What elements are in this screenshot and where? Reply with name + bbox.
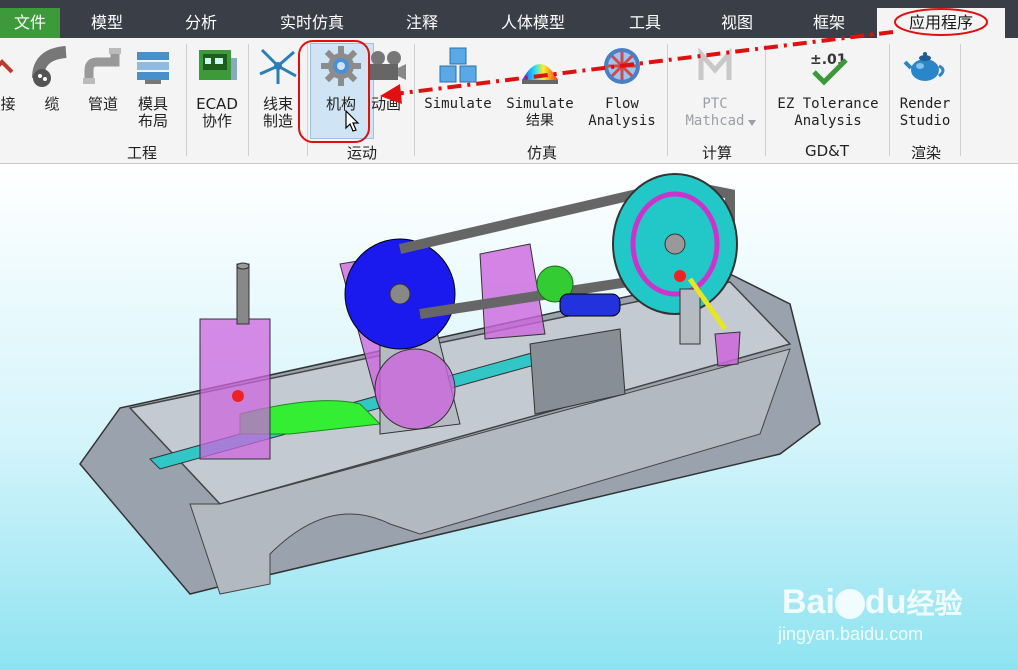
simulate-label: Simulate	[424, 96, 492, 112]
chevron-down-icon	[748, 120, 756, 126]
tab-annotation[interactable]: 注释	[390, 8, 454, 38]
teapot-icon	[903, 52, 945, 81]
ribbon-separator	[414, 44, 415, 156]
ptc-mathcad-label: PTC Mathcad	[685, 96, 745, 129]
gear-icon	[321, 46, 361, 86]
group-label-gdt: GD&T	[804, 142, 850, 160]
mold-layout-button[interactable]: 模具 布局	[130, 38, 176, 138]
watermark-brand-suffix: du	[864, 583, 907, 621]
watermark-cn: 经验	[906, 587, 963, 620]
ribbon-tab-bar: 文件 模型 分析 实时仿真 注释 人体模型 工具 视图 框架 应用程序	[0, 8, 1018, 38]
tab-file[interactable]: 文件	[0, 8, 60, 38]
ribbon-separator	[765, 44, 766, 156]
watermark-logo: Bai du经验	[782, 582, 962, 622]
ez-tolerance-analysis-label: EZ Tolerance Analysis	[777, 96, 879, 129]
render-studio-label: Render Studio	[899, 96, 951, 129]
ribbon-separator	[248, 44, 249, 156]
piping-label: 管道	[87, 95, 118, 113]
tab-applications-label: 应用程序	[908, 13, 973, 32]
ptc-mathcad-button[interactable]: PTC Mathcad	[670, 38, 760, 138]
tab-analysis[interactable]: 分析	[169, 8, 233, 38]
group-label-motion: 运动	[346, 144, 377, 162]
tab-applications[interactable]: 应用程序	[877, 8, 1005, 38]
cable-button[interactable]: 缆	[30, 38, 74, 138]
group-label-engineering: 工程	[126, 144, 157, 162]
tolerance-icon: ±.01	[810, 52, 848, 86]
mold-layout-label: 模具 布局	[137, 95, 168, 130]
mold-layout-icon	[137, 52, 169, 84]
window-top-strip	[0, 0, 1018, 8]
ribbon-separator	[960, 44, 961, 156]
flow-analysis-label: Flow Analysis	[588, 96, 656, 129]
cubes-icon	[439, 47, 477, 83]
piping-button[interactable]: 管道	[80, 38, 126, 138]
group-label-simulation: 仿真	[526, 144, 557, 162]
harness-icon	[259, 48, 297, 84]
animation-label: 动画	[370, 95, 401, 113]
group-label-compute: 计算	[701, 144, 732, 162]
ribbon-separator	[186, 44, 187, 156]
ez-tolerance-analysis-button[interactable]: ±.01 EZ Tolerance Analysis	[768, 38, 888, 138]
animation-button[interactable]: 动画	[364, 38, 408, 138]
model-viewport[interactable]: Bai du经验 jingyan.baidu.com	[0, 164, 1018, 670]
render-studio-button[interactable]: Render Studio	[892, 38, 958, 138]
tab-realtime-simulation[interactable]: 实时仿真	[262, 8, 362, 38]
flow-analysis-button[interactable]: Flow Analysis	[582, 38, 662, 138]
camera-icon	[370, 51, 406, 80]
paw-icon	[834, 589, 865, 620]
connect-label: 接	[0, 95, 16, 113]
tab-human-model[interactable]: 人体模型	[483, 8, 583, 38]
connect-icon	[0, 59, 14, 74]
watermark-brand: Bai	[782, 583, 835, 621]
cable-icon	[32, 46, 67, 87]
ribbon-separator	[667, 44, 668, 156]
cable-label: 缆	[44, 95, 60, 113]
ribbon-panel: 接 缆 管道 模具 布局 ECAD 协作 线束 制造 工程 机构 动画 运动 S…	[0, 38, 1018, 164]
tab-tools[interactable]: 工具	[613, 8, 677, 38]
simulate-button[interactable]: Simulate	[418, 38, 498, 138]
mechanism-button[interactable]: 机构	[310, 38, 372, 138]
watermark-url: jingyan.baidu.com	[778, 624, 924, 644]
ecad-label: ECAD 协作	[196, 95, 238, 130]
simulate-results-label: Simulate 结果	[506, 96, 574, 129]
mouse-cursor-icon	[345, 110, 360, 132]
ribbon-separator	[889, 44, 890, 156]
harness-manufacturing-button[interactable]: 线束 制造	[252, 38, 304, 138]
ecad-icon	[199, 50, 237, 80]
tab-framework[interactable]: 框架	[797, 8, 861, 38]
rainbow-results-icon	[522, 64, 558, 84]
connect-button[interactable]: 接	[0, 38, 26, 138]
tab-view[interactable]: 视图	[705, 8, 769, 38]
piping-icon	[83, 48, 121, 84]
mechanism-label: 机构	[325, 95, 356, 113]
tab-model[interactable]: 模型	[75, 8, 139, 38]
ribbon-separator	[307, 44, 308, 156]
group-label-render: 渲染	[910, 144, 941, 162]
harness-manufacturing-label: 线束 制造	[262, 95, 293, 130]
flow-wheel-icon	[604, 48, 640, 84]
mathcad-icon	[698, 47, 732, 80]
ecad-button[interactable]: ECAD 协作	[192, 38, 242, 138]
simulate-results-button[interactable]: Simulate 结果	[500, 38, 580, 138]
